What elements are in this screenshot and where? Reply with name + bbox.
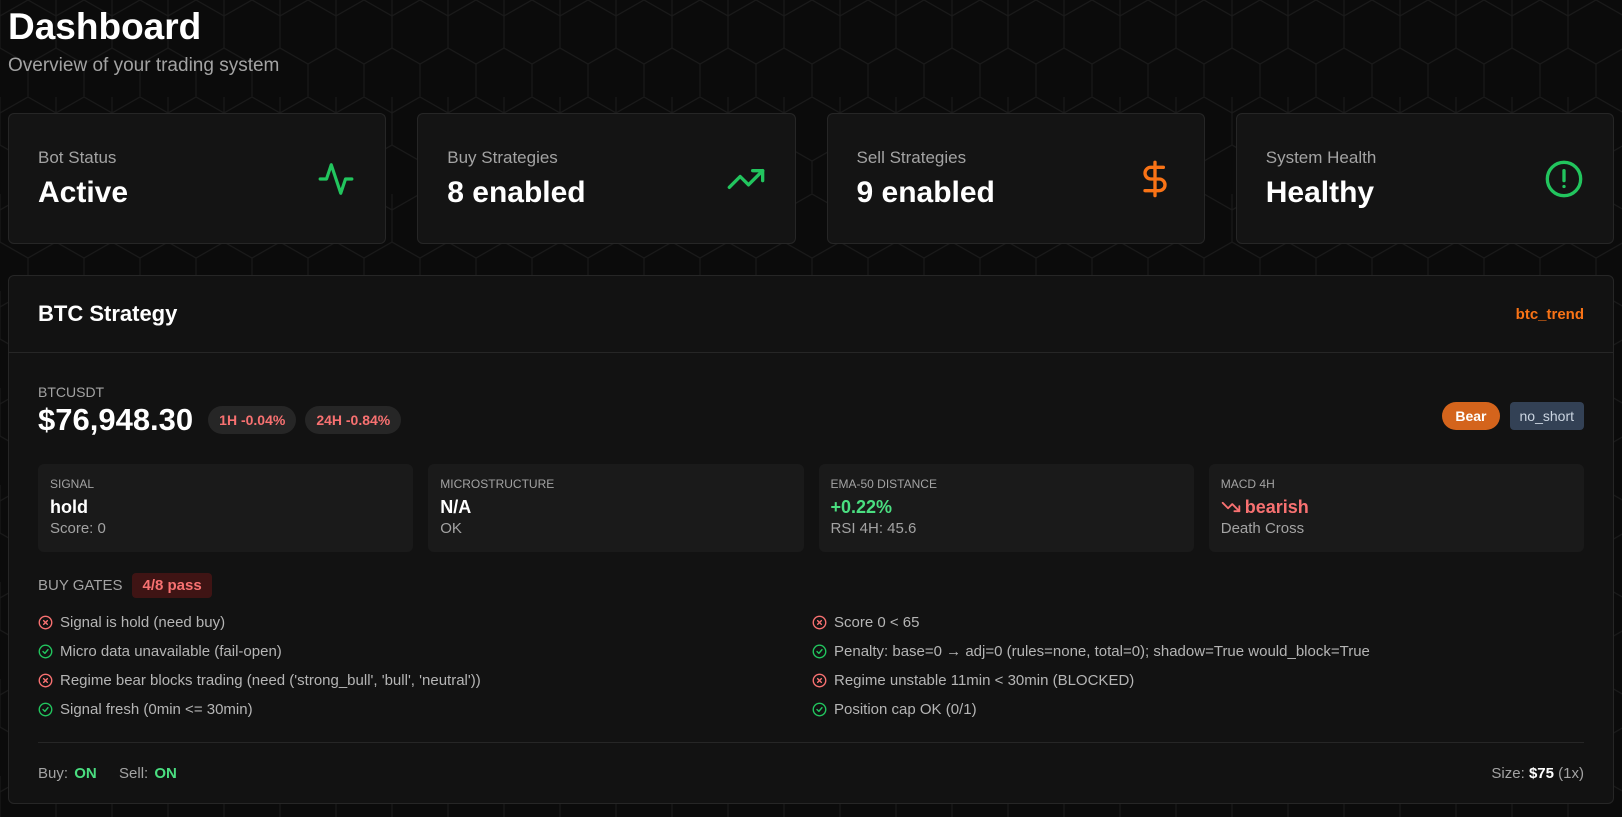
stat-card-system-health: System Health Healthy bbox=[1235, 113, 1614, 244]
symbol-label: BTCUSDT bbox=[38, 384, 105, 400]
metric-value: hold bbox=[50, 497, 88, 517]
sell-status[interactable]: ON bbox=[154, 765, 177, 782]
price-line: $76,948.30 1H -0.04% 24H -0.84% bbox=[38, 402, 402, 438]
stat-label: Buy Strategies bbox=[447, 147, 558, 167]
gate-text: Penalty: base=0 → adj=0 (rules=none, tot… bbox=[834, 643, 1370, 660]
x-circle-icon bbox=[812, 615, 827, 630]
footer-toggles: Buy: ON Sell: ON bbox=[38, 765, 177, 782]
dollar-icon bbox=[1135, 159, 1175, 199]
price-row: BTCUSDT $76,948.30 1H -0.04% 24H -0.84% … bbox=[38, 384, 1584, 438]
metric-microstructure: Microstructure N/A OK bbox=[428, 464, 804, 552]
metric-label: Signal bbox=[50, 477, 95, 491]
stat-value: 9 enabled bbox=[856, 175, 995, 209]
metric-sub: RSI 4H: 45.6 bbox=[830, 520, 917, 537]
gates-column-right: Score 0 < 65 Penalty: base=0 → adj=0 (rul… bbox=[810, 608, 1584, 724]
strategy-header: BTC Strategy btc_trend bbox=[9, 276, 1613, 353]
gate-text: Signal is hold (need buy) bbox=[60, 614, 226, 631]
buy-gates-header: BUY GATES 4/8 pass bbox=[38, 573, 1584, 598]
x-circle-icon bbox=[38, 673, 53, 688]
metric-label: EMA-50 Distance bbox=[830, 477, 937, 491]
gate-item: Regime bear blocks trading (need ('stron… bbox=[38, 666, 810, 695]
metric-value: N/A bbox=[440, 497, 472, 517]
page-title: Dashboard bbox=[8, 6, 202, 47]
strategy-body: BTCUSDT $76,948.30 1H -0.04% 24H -0.84% … bbox=[9, 384, 1613, 724]
trending-down-icon bbox=[1221, 501, 1240, 513]
metric-signal: Signal hold Score: 0 bbox=[38, 464, 414, 552]
stat-label: Bot Status bbox=[38, 147, 117, 167]
metric-label: MACD 4H bbox=[1220, 477, 1275, 491]
gate-item: Signal is hold (need buy) bbox=[38, 608, 810, 637]
gate-text: Score 0 < 65 bbox=[834, 614, 920, 631]
badges: Bear no_short bbox=[1442, 402, 1584, 430]
check-circle-icon bbox=[38, 644, 53, 659]
metric-sub: Death Cross bbox=[1220, 520, 1305, 537]
metric-ema-distance: EMA-50 Distance +0.22% RSI 4H: 45.6 bbox=[818, 464, 1194, 552]
metric-value-row: bearish bbox=[1221, 496, 1572, 518]
stat-value: Healthy bbox=[1265, 175, 1375, 209]
gate-item: Micro data unavailable (fail-open) bbox=[38, 637, 810, 666]
stat-label: System Health bbox=[1265, 147, 1377, 167]
strategy-title: BTC Strategy bbox=[38, 301, 178, 326]
gate-text: Signal fresh (0min <= 30min) bbox=[60, 701, 253, 718]
gate-text: Regime unstable 11min < 30min (BLOCKED) bbox=[834, 672, 1135, 689]
gate-item: Score 0 < 65 bbox=[812, 608, 1584, 637]
gate-text: Position cap OK (0/1) bbox=[834, 701, 977, 718]
change-24h-badge: 24H -0.84% bbox=[305, 406, 402, 434]
strategy-tag[interactable]: btc_trend bbox=[1516, 306, 1584, 323]
check-circle-icon bbox=[38, 702, 53, 717]
footer-size: Size: $75 (1x) bbox=[1491, 765, 1584, 782]
buy-gates-label: BUY GATES bbox=[38, 577, 123, 594]
gate-text: Regime bear blocks trading (need ('stron… bbox=[60, 672, 481, 689]
page-subtitle: Overview of your trading system bbox=[8, 55, 280, 76]
stat-card-sell-strategies: Sell Strategies 9 enabled bbox=[826, 113, 1205, 244]
metric-label: Microstructure bbox=[440, 477, 555, 491]
mode-badge: no_short bbox=[1509, 402, 1584, 430]
regime-badge: Bear bbox=[1442, 402, 1500, 430]
buy-status[interactable]: ON bbox=[74, 765, 97, 782]
size-value: $75 bbox=[1528, 764, 1554, 782]
gates-column-left: Signal is hold (need buy) Micro data unav… bbox=[38, 608, 810, 724]
alert-circle-icon bbox=[1544, 159, 1584, 199]
change-1h-badge: 1H -0.04% bbox=[208, 406, 297, 434]
check-circle-icon bbox=[812, 702, 827, 717]
buy-gates-pass-badge: 4/8 pass bbox=[132, 573, 212, 598]
gate-item: Signal fresh (0min <= 30min) bbox=[38, 695, 810, 724]
stat-value: Active bbox=[38, 175, 129, 209]
page-header: Dashboard Overview of your trading syste… bbox=[8, 0, 1614, 78]
stat-value: 8 enabled bbox=[447, 175, 586, 209]
stat-label: Sell Strategies bbox=[856, 147, 967, 167]
activity-icon bbox=[316, 159, 356, 199]
size-label: Size: bbox=[1491, 764, 1525, 782]
x-circle-icon bbox=[38, 615, 53, 630]
metric-macd: MACD 4H bearish Death Cross bbox=[1208, 464, 1584, 552]
trending-up-icon bbox=[726, 159, 766, 199]
metric-sub: Score: 0 bbox=[50, 520, 106, 537]
stat-card-bot-status: Bot Status Active bbox=[8, 113, 387, 244]
gate-item: Penalty: base=0 → adj=0 (rules=none, tot… bbox=[812, 637, 1584, 666]
metric-value: bearish bbox=[1244, 497, 1309, 517]
strategy-footer: Buy: ON Sell: ON Size: $75 (1x) bbox=[38, 742, 1584, 803]
metrics-row: Signal hold Score: 0 Microstructure N/A … bbox=[38, 464, 1584, 552]
buy-label: Buy: bbox=[38, 764, 69, 782]
size-multiplier: (1x) bbox=[1558, 764, 1584, 782]
stats-row: Bot Status Active Buy Strategies 8 enabl… bbox=[8, 113, 1614, 244]
price-value: $76,948.30 bbox=[38, 402, 194, 437]
btc-strategy-card: BTC Strategy btc_trend BTCUSDT $76,948.3… bbox=[8, 275, 1614, 804]
check-circle-icon bbox=[812, 644, 827, 659]
buy-gates-list: Signal is hold (need buy) Micro data unav… bbox=[38, 608, 1584, 724]
sell-label: Sell: bbox=[119, 764, 149, 782]
x-circle-icon bbox=[812, 673, 827, 688]
metric-sub: OK bbox=[440, 520, 462, 537]
gate-item: Position cap OK (0/1) bbox=[812, 695, 1584, 724]
dashboard-page: Dashboard Overview of your trading syste… bbox=[0, 0, 1622, 804]
metric-value: +0.22% bbox=[830, 497, 893, 517]
gate-text: Micro data unavailable (fail-open) bbox=[60, 643, 282, 660]
gate-item: Regime unstable 11min < 30min (BLOCKED) bbox=[812, 666, 1584, 695]
stat-card-buy-strategies: Buy Strategies 8 enabled bbox=[417, 113, 796, 244]
